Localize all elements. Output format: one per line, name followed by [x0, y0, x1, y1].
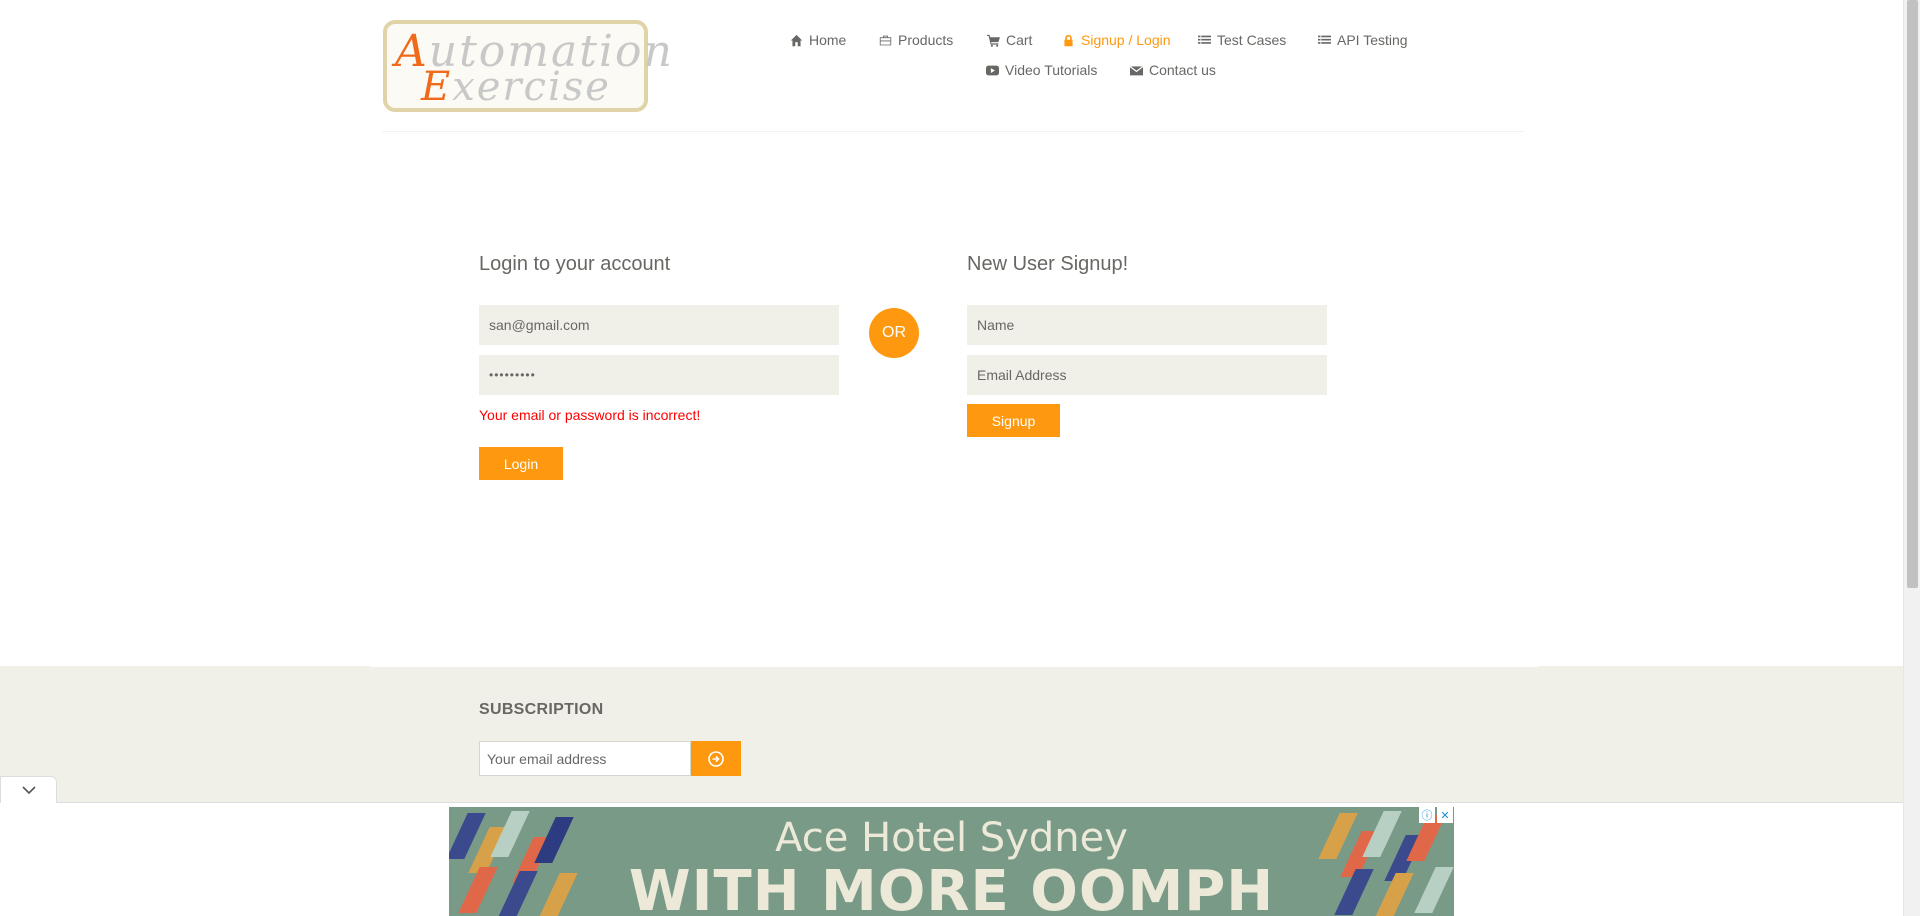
subscription-title: SUBSCRIPTION	[479, 701, 604, 718]
nav-test-cases-label: Test Cases	[1217, 32, 1287, 48]
ad-headline-2: WITH MORE OOMPH	[628, 859, 1275, 916]
nav-video-tutorials-label: Video Tutorials	[1005, 62, 1098, 78]
login-password-field[interactable]: •••••••••	[479, 355, 839, 395]
subscribe-button[interactable]	[691, 741, 741, 776]
lock-icon	[1064, 34, 1073, 46]
nav-signup-login-label: Signup / Login	[1081, 32, 1171, 48]
envelope-icon	[1130, 65, 1143, 75]
home-icon	[790, 34, 803, 46]
nav-test-cases[interactable]: Test Cases	[1198, 32, 1286, 48]
ad-info-icon[interactable]: ⓘ	[1419, 807, 1435, 823]
login-button[interactable]: Login	[479, 447, 563, 480]
page-scrollbar[interactable]	[1903, 0, 1920, 916]
nav-signup-login[interactable]: Signup / Login	[1062, 32, 1171, 48]
nav-contact-us[interactable]: Contact us	[1130, 62, 1216, 78]
login-email-field[interactable]: san@gmail.com	[479, 305, 839, 345]
arrow-circle-right-icon	[708, 750, 724, 767]
subscription-email-input[interactable]: Your email address	[479, 741, 691, 776]
scrollbar-thumb[interactable]	[1907, 0, 1918, 588]
nav-products-label: Products	[898, 32, 954, 48]
signup-title: New User Signup!	[967, 253, 1129, 275]
login-error-message: Your email or password is incorrect!	[479, 407, 701, 423]
products-icon	[879, 35, 892, 45]
nav-home-label: Home	[809, 32, 847, 48]
ad-collapse-toggle[interactable]	[0, 776, 57, 803]
chevron-down-icon	[21, 786, 36, 795]
main-nav: Home Products Cart Signup / Login Test C…	[382, 0, 1524, 131]
nav-video-tutorials[interactable]: Video Tutorials	[986, 62, 1097, 78]
ad-close-icon[interactable]: ✕	[1437, 807, 1453, 823]
youtube-icon	[986, 65, 999, 75]
signup-button[interactable]: Signup	[967, 404, 1060, 437]
nav-api-testing[interactable]: API Testing	[1318, 32, 1408, 48]
signup-email-field[interactable]: Email Address	[967, 355, 1327, 395]
nav-api-testing-label: API Testing	[1337, 32, 1408, 48]
footer-divider	[370, 666, 1538, 667]
nav-cart[interactable]: Cart	[987, 32, 1032, 48]
site-header: Automation Exercise Home Products Cart S…	[382, 0, 1524, 132]
ad-banner[interactable]: Ace Hotel Sydney WITH MORE OOMPH	[449, 807, 1454, 916]
ad-controls: ⓘ ✕	[1419, 807, 1453, 823]
or-divider: OR	[869, 308, 919, 358]
nav-contact-us-label: Contact us	[1149, 62, 1216, 78]
signup-name-field[interactable]: Name	[967, 305, 1327, 345]
list-icon	[1198, 35, 1211, 44]
list-icon	[1318, 35, 1331, 44]
nav-products[interactable]: Products	[879, 32, 953, 48]
ad-headline-1: Ace Hotel Sydney	[775, 815, 1128, 861]
cart-icon	[987, 34, 1000, 47]
nav-cart-label: Cart	[1006, 32, 1033, 48]
login-title: Login to your account	[479, 253, 671, 275]
nav-home[interactable]: Home	[790, 32, 846, 48]
